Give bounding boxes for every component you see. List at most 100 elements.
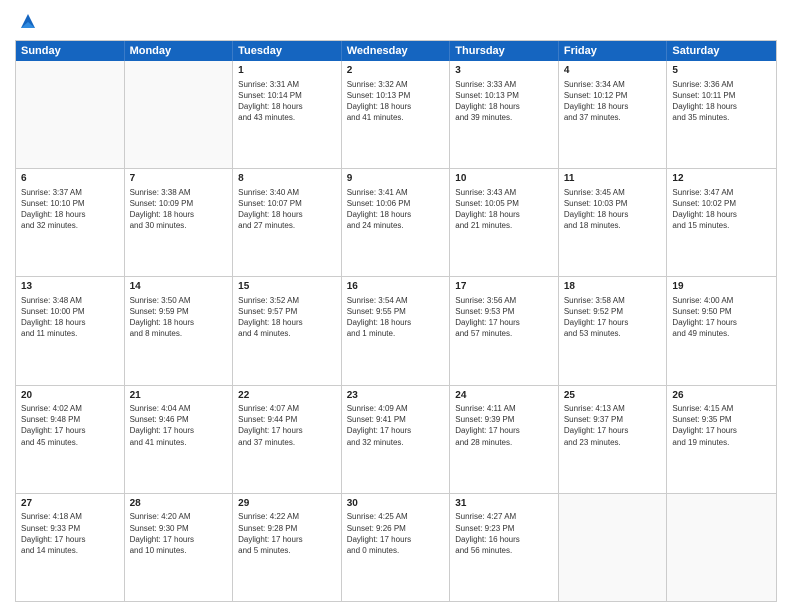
calendar-cell: 5Sunrise: 3:36 AM Sunset: 10:11 PM Dayli… (667, 61, 776, 168)
calendar-cell: 16Sunrise: 3:54 AM Sunset: 9:55 PM Dayli… (342, 277, 451, 384)
day-number: 12 (672, 172, 771, 186)
cal-header-wednesday: Wednesday (342, 41, 451, 61)
day-number: 7 (130, 172, 228, 186)
calendar-cell: 17Sunrise: 3:56 AM Sunset: 9:53 PM Dayli… (450, 277, 559, 384)
day-info: Sunrise: 3:41 AM Sunset: 10:06 PM Daylig… (347, 187, 445, 232)
calendar-cell: 28Sunrise: 4:20 AM Sunset: 9:30 PM Dayli… (125, 494, 234, 601)
calendar: SundayMondayTuesdayWednesdayThursdayFrid… (15, 40, 777, 602)
calendar-cell: 31Sunrise: 4:27 AM Sunset: 9:23 PM Dayli… (450, 494, 559, 601)
calendar-cell: 14Sunrise: 3:50 AM Sunset: 9:59 PM Dayli… (125, 277, 234, 384)
day-info: Sunrise: 4:00 AM Sunset: 9:50 PM Dayligh… (672, 295, 771, 340)
calendar-cell: 8Sunrise: 3:40 AM Sunset: 10:07 PM Dayli… (233, 169, 342, 276)
day-info: Sunrise: 3:50 AM Sunset: 9:59 PM Dayligh… (130, 295, 228, 340)
calendar-cell: 9Sunrise: 3:41 AM Sunset: 10:06 PM Dayli… (342, 169, 451, 276)
day-info: Sunrise: 4:02 AM Sunset: 9:48 PM Dayligh… (21, 403, 119, 448)
day-number: 28 (130, 497, 228, 511)
day-info: Sunrise: 3:32 AM Sunset: 10:13 PM Daylig… (347, 79, 445, 124)
calendar-cell (16, 61, 125, 168)
calendar-row-3: 20Sunrise: 4:02 AM Sunset: 9:48 PM Dayli… (16, 385, 776, 493)
day-info: Sunrise: 3:52 AM Sunset: 9:57 PM Dayligh… (238, 295, 336, 340)
day-info: Sunrise: 4:07 AM Sunset: 9:44 PM Dayligh… (238, 403, 336, 448)
day-info: Sunrise: 4:09 AM Sunset: 9:41 PM Dayligh… (347, 403, 445, 448)
cal-header-friday: Friday (559, 41, 668, 61)
day-number: 31 (455, 497, 553, 511)
day-info: Sunrise: 3:45 AM Sunset: 10:03 PM Daylig… (564, 187, 662, 232)
day-number: 21 (130, 389, 228, 403)
day-number: 11 (564, 172, 662, 186)
day-info: Sunrise: 3:38 AM Sunset: 10:09 PM Daylig… (130, 187, 228, 232)
calendar-body: 1Sunrise: 3:31 AM Sunset: 10:14 PM Dayli… (16, 61, 776, 601)
calendar-cell: 12Sunrise: 3:47 AM Sunset: 10:02 PM Dayl… (667, 169, 776, 276)
day-number: 5 (672, 64, 771, 78)
day-number: 6 (21, 172, 119, 186)
day-info: Sunrise: 3:34 AM Sunset: 10:12 PM Daylig… (564, 79, 662, 124)
calendar-cell: 21Sunrise: 4:04 AM Sunset: 9:46 PM Dayli… (125, 386, 234, 493)
day-number: 17 (455, 280, 553, 294)
calendar-cell: 15Sunrise: 3:52 AM Sunset: 9:57 PM Dayli… (233, 277, 342, 384)
cal-header-tuesday: Tuesday (233, 41, 342, 61)
calendar-cell: 3Sunrise: 3:33 AM Sunset: 10:13 PM Dayli… (450, 61, 559, 168)
day-number: 1 (238, 64, 336, 78)
day-number: 27 (21, 497, 119, 511)
calendar-cell (559, 494, 668, 601)
calendar-cell: 4Sunrise: 3:34 AM Sunset: 10:12 PM Dayli… (559, 61, 668, 168)
cal-header-saturday: Saturday (667, 41, 776, 61)
day-number: 25 (564, 389, 662, 403)
day-info: Sunrise: 3:43 AM Sunset: 10:05 PM Daylig… (455, 187, 553, 232)
day-number: 2 (347, 64, 445, 78)
day-number: 8 (238, 172, 336, 186)
day-number: 29 (238, 497, 336, 511)
header (15, 10, 777, 32)
calendar-cell: 22Sunrise: 4:07 AM Sunset: 9:44 PM Dayli… (233, 386, 342, 493)
day-number: 20 (21, 389, 119, 403)
calendar-cell: 27Sunrise: 4:18 AM Sunset: 9:33 PM Dayli… (16, 494, 125, 601)
day-number: 3 (455, 64, 553, 78)
calendar-cell: 2Sunrise: 3:32 AM Sunset: 10:13 PM Dayli… (342, 61, 451, 168)
day-info: Sunrise: 4:18 AM Sunset: 9:33 PM Dayligh… (21, 511, 119, 556)
calendar-cell: 30Sunrise: 4:25 AM Sunset: 9:26 PM Dayli… (342, 494, 451, 601)
calendar-cell: 19Sunrise: 4:00 AM Sunset: 9:50 PM Dayli… (667, 277, 776, 384)
day-info: Sunrise: 4:13 AM Sunset: 9:37 PM Dayligh… (564, 403, 662, 448)
day-info: Sunrise: 4:15 AM Sunset: 9:35 PM Dayligh… (672, 403, 771, 448)
calendar-cell: 13Sunrise: 3:48 AM Sunset: 10:00 PM Dayl… (16, 277, 125, 384)
calendar-cell: 7Sunrise: 3:38 AM Sunset: 10:09 PM Dayli… (125, 169, 234, 276)
cal-header-thursday: Thursday (450, 41, 559, 61)
day-number: 26 (672, 389, 771, 403)
calendar-row-4: 27Sunrise: 4:18 AM Sunset: 9:33 PM Dayli… (16, 493, 776, 601)
day-info: Sunrise: 3:54 AM Sunset: 9:55 PM Dayligh… (347, 295, 445, 340)
day-info: Sunrise: 3:33 AM Sunset: 10:13 PM Daylig… (455, 79, 553, 124)
day-info: Sunrise: 4:04 AM Sunset: 9:46 PM Dayligh… (130, 403, 228, 448)
calendar-cell: 25Sunrise: 4:13 AM Sunset: 9:37 PM Dayli… (559, 386, 668, 493)
day-number: 10 (455, 172, 553, 186)
calendar-row-2: 13Sunrise: 3:48 AM Sunset: 10:00 PM Dayl… (16, 276, 776, 384)
cal-header-sunday: Sunday (16, 41, 125, 61)
day-info: Sunrise: 3:36 AM Sunset: 10:11 PM Daylig… (672, 79, 771, 124)
calendar-row-0: 1Sunrise: 3:31 AM Sunset: 10:14 PM Dayli… (16, 61, 776, 168)
day-number: 13 (21, 280, 119, 294)
logo-icon (17, 10, 39, 32)
calendar-header: SundayMondayTuesdayWednesdayThursdayFrid… (16, 41, 776, 61)
day-number: 15 (238, 280, 336, 294)
day-info: Sunrise: 4:11 AM Sunset: 9:39 PM Dayligh… (455, 403, 553, 448)
day-number: 19 (672, 280, 771, 294)
calendar-cell: 23Sunrise: 4:09 AM Sunset: 9:41 PM Dayli… (342, 386, 451, 493)
day-info: Sunrise: 3:56 AM Sunset: 9:53 PM Dayligh… (455, 295, 553, 340)
day-number: 4 (564, 64, 662, 78)
day-info: Sunrise: 3:48 AM Sunset: 10:00 PM Daylig… (21, 295, 119, 340)
calendar-cell: 26Sunrise: 4:15 AM Sunset: 9:35 PM Dayli… (667, 386, 776, 493)
day-info: Sunrise: 3:31 AM Sunset: 10:14 PM Daylig… (238, 79, 336, 124)
calendar-cell: 10Sunrise: 3:43 AM Sunset: 10:05 PM Dayl… (450, 169, 559, 276)
day-info: Sunrise: 3:40 AM Sunset: 10:07 PM Daylig… (238, 187, 336, 232)
day-info: Sunrise: 4:22 AM Sunset: 9:28 PM Dayligh… (238, 511, 336, 556)
calendar-cell: 11Sunrise: 3:45 AM Sunset: 10:03 PM Dayl… (559, 169, 668, 276)
calendar-cell (667, 494, 776, 601)
cal-header-monday: Monday (125, 41, 234, 61)
logo (15, 10, 39, 32)
day-info: Sunrise: 3:47 AM Sunset: 10:02 PM Daylig… (672, 187, 771, 232)
day-number: 14 (130, 280, 228, 294)
day-number: 18 (564, 280, 662, 294)
calendar-cell: 20Sunrise: 4:02 AM Sunset: 9:48 PM Dayli… (16, 386, 125, 493)
calendar-cell: 1Sunrise: 3:31 AM Sunset: 10:14 PM Dayli… (233, 61, 342, 168)
day-number: 23 (347, 389, 445, 403)
calendar-cell: 6Sunrise: 3:37 AM Sunset: 10:10 PM Dayli… (16, 169, 125, 276)
